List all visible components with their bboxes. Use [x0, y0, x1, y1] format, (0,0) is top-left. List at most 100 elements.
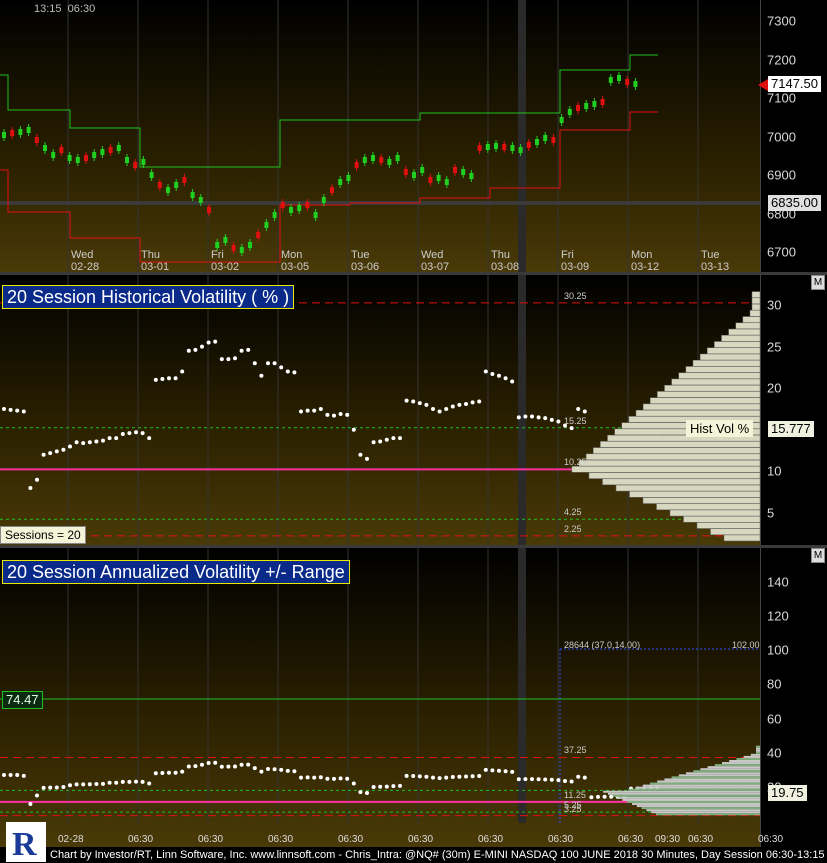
hist-vol-dot	[338, 411, 343, 416]
candle-body	[633, 81, 638, 87]
hist-vol-dot	[279, 365, 284, 370]
candle-body	[313, 212, 318, 218]
hist-vol-dot	[305, 408, 310, 413]
ann-vol-histogram-bar	[612, 794, 760, 797]
hist-vol-dot	[239, 348, 244, 353]
hist-vol-dot	[391, 436, 396, 441]
hist-vol-dot	[114, 436, 119, 441]
hist-vol-pane[interactable]: 20 Session Historical Volatility ( % ) 3…	[0, 275, 827, 545]
hist-vol-dot	[398, 436, 402, 441]
hist-vol-histogram-bar	[735, 322, 760, 330]
hist-vol-dot	[107, 436, 112, 441]
hist-vol-y-axis[interactable]: 30252015105	[760, 275, 827, 545]
price-y-axis[interactable]: 7300 7200 7100 7000 6900 6800 6700	[760, 0, 827, 272]
hist-vol-dot	[365, 456, 369, 461]
ann-vol-dot	[35, 793, 39, 798]
hist-vol-dot	[437, 409, 442, 414]
candle-body	[420, 167, 425, 173]
candle-body	[485, 144, 490, 150]
hist-vol-dot	[576, 407, 581, 411]
ann-vol-histogram-bar	[641, 807, 760, 810]
day-date-label: 03-05	[281, 261, 310, 272]
day-name-label: Mon	[631, 249, 653, 261]
hist-vol-dot	[292, 370, 297, 375]
day-name-label: Thu	[141, 249, 160, 261]
hist-vol-histogram-bar	[723, 534, 760, 542]
candle-body	[477, 145, 482, 151]
hist-vol-dot	[21, 409, 26, 414]
ann-vol-dot	[470, 774, 475, 779]
candle-body	[453, 167, 457, 173]
candle-body	[84, 155, 88, 161]
hist-vol-dot	[147, 436, 152, 441]
ann-vol-right-tag: 19.75	[768, 785, 807, 801]
candle-body	[231, 245, 236, 251]
candle-body	[34, 137, 39, 143]
ann-vol-dot	[186, 764, 191, 769]
ann-vol-dot	[213, 760, 218, 765]
day-date-label: 03-02	[211, 261, 240, 272]
ann-vol-y-tick: 60	[767, 711, 782, 727]
ann-vol-histogram-bar	[686, 772, 760, 775]
hist-vol-dot	[332, 413, 336, 418]
ann-vol-histogram-bar	[646, 809, 760, 812]
ann-vol-x-label: 06:30	[198, 834, 224, 845]
last-price-arrow	[758, 79, 768, 91]
candle-body	[256, 232, 261, 238]
ann-vol-dot	[41, 785, 46, 790]
ann-vol-dot	[87, 782, 92, 787]
ann-vol-y-axis[interactable]: 14012010080604020	[760, 548, 827, 847]
ann-vol-dot	[569, 779, 574, 784]
ann-vol-dot	[351, 781, 356, 786]
hist-vol-dot	[2, 407, 6, 411]
day-date-label: 03-12	[631, 261, 660, 272]
hist-vol-histogram-bar	[664, 384, 760, 392]
hist-vol-histogram-bar	[600, 441, 760, 448]
day-name-label: Wed	[421, 249, 444, 261]
ann-vol-dot	[114, 780, 119, 785]
ann-vol-dot	[140, 779, 145, 784]
ann-vol-dot	[444, 775, 449, 780]
candle-body	[395, 155, 400, 161]
ann-vol-pane[interactable]: 20 Session Annualized Volatility +/- Ran…	[0, 548, 827, 847]
hist-vol-dot	[582, 409, 587, 414]
hist-vol-label: Hist Vol %	[686, 420, 754, 437]
ann-vol-dot	[200, 762, 204, 767]
hist-vol-histogram-bar	[685, 366, 760, 373]
ann-vol-histogram-bar	[714, 764, 760, 767]
ann-vol-dot	[318, 775, 323, 780]
ann-vol-dot	[292, 769, 297, 774]
candle-body	[108, 147, 113, 153]
price-pane[interactable]: 13:15 06:30 7300 7200 7100 7000 6900 6800 6700…	[0, 0, 827, 272]
hist-vol-histogram-bar	[742, 316, 760, 323]
hist-vol-chart[interactable]	[0, 275, 760, 545]
ann-vol-dot	[54, 785, 59, 790]
hist-vol-level-label: 30.25	[564, 290, 587, 301]
ann-vol-dot	[101, 781, 105, 786]
hist-vol-histogram-bar	[710, 528, 760, 535]
ann-vol-x-label: 06:30	[408, 834, 434, 845]
candle-body	[141, 159, 146, 165]
candle-body	[576, 105, 580, 111]
ann-vol-dot	[74, 782, 79, 787]
hist-vol-dot	[41, 452, 46, 457]
hist-vol-dot	[167, 376, 171, 381]
hist-vol-value-tag: 15.777	[768, 421, 814, 437]
ann-vol-title: 20 Session Annualized Volatility +/- Ran…	[2, 560, 350, 584]
ann-vol-menu-button[interactable]: M	[811, 548, 825, 563]
investor-rt-logo: R	[6, 822, 46, 862]
ann-vol-chart[interactable]	[0, 548, 760, 847]
hist-vol-histogram-bar	[749, 310, 760, 317]
candle-body	[543, 135, 548, 141]
footer-text: Chart by Investor/RT, Linn Software, Inc…	[50, 849, 827, 861]
ann-vol-histogram-bar	[693, 770, 760, 773]
hist-vol-menu-button[interactable]: M	[811, 275, 825, 290]
ann-vol-dot	[596, 794, 600, 799]
candle-body	[166, 187, 170, 193]
price-chart[interactable]	[0, 0, 760, 272]
ann-vol-dot	[510, 769, 515, 774]
candle-body	[387, 159, 392, 165]
ann-vol-dot	[503, 769, 508, 774]
ann-vol-dot	[589, 795, 594, 800]
ann-vol-histogram-bar	[657, 780, 760, 783]
